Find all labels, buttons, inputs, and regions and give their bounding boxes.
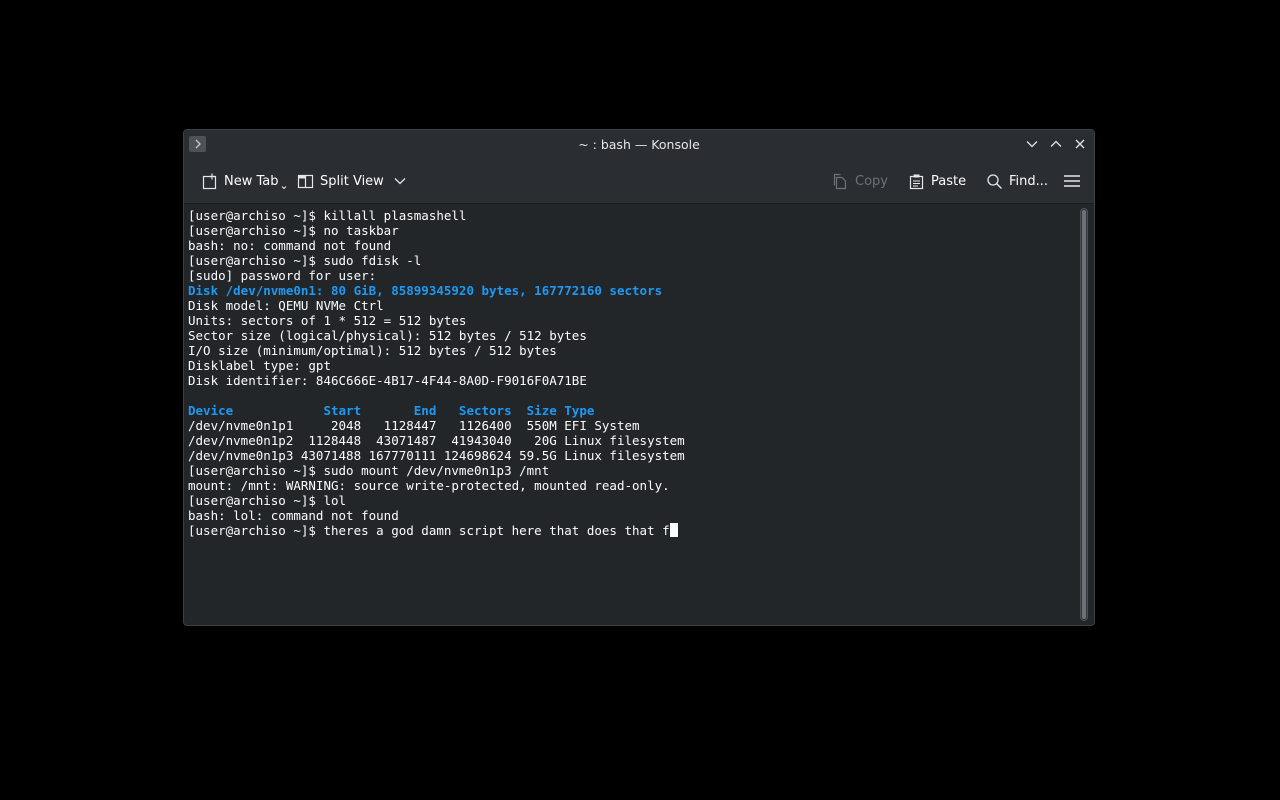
terminal-line: Sector size (logical/physical): 512 byte… [188,328,587,343]
terminal-line: Disk identifier: 846C666E-4B17-4F44-8A0D… [188,373,587,388]
titlebar[interactable]: ~ : bash — Konsole [184,130,1094,159]
terminal-line: Disk /dev/nvme0n1: 80 GiB, 85899345920 b… [188,283,663,298]
konsole-window: ~ : bash — Konsole New Tab Split View Co… [183,129,1095,626]
window-title: ~ : bash — Konsole [578,137,700,152]
split-view-button[interactable]: Split View [297,169,406,193]
scrollbar-track[interactable] [1080,208,1088,621]
terminal-line: [user@archiso ~]$ sudo mount /dev/nvme0n… [188,463,550,478]
close-button[interactable] [1070,134,1090,154]
terminal-input-text: [user@archiso ~]$ theres a god damn scri… [188,523,670,538]
terminal-output[interactable]: [user@archiso ~]$ killall plasmashell [us… [184,204,1074,625]
terminal-line: [user@archiso ~]$ sudo fdisk -l [188,253,422,268]
copy-icon [833,173,847,189]
terminal-line: I/O size (minimum/optimal): 512 bytes / … [188,343,557,358]
paste-label: Paste [931,173,967,189]
terminal-line: bash: no: command not found [188,238,392,253]
hamburger-menu-button[interactable] [1063,169,1081,193]
terminal-line: [sudo] password for user: [188,268,377,283]
minimize-button[interactable] [1022,134,1042,154]
terminal-line: Disk model: QEMU NVMe Ctrl [188,298,384,313]
text-cursor [669,523,678,537]
scrollbar-thumb[interactable] [1082,210,1086,619]
search-icon [987,173,1002,189]
toolbar: New Tab Split View Copy Paste Find... [184,159,1094,204]
chevron-down-icon [1026,141,1038,148]
scrollbar[interactable] [1074,204,1094,625]
new-tab-label: New Tab [224,173,279,189]
copy-label: Copy [855,173,888,189]
terminal-line: Units: sectors of 1 * 512 = 512 bytes [188,313,467,328]
terminal-line: /dev/nvme0n1p1 2048 1128447 1126400 550M… [188,418,640,433]
chevron-down-icon [394,178,406,185]
hamburger-menu-icon [1064,175,1080,187]
terminal-line: mount: /mnt: WARNING: source write-prote… [188,478,670,493]
copy-button[interactable]: Copy [832,169,888,193]
paste-icon [909,174,924,189]
chevron-up-icon [1050,140,1062,147]
window-controls [1022,134,1090,156]
paste-button[interactable]: Paste [908,169,966,193]
new-tab-button[interactable]: New Tab [201,169,287,193]
terminal-line: Disklabel type: gpt [188,358,331,373]
find-button[interactable]: Find... [986,169,1048,193]
chevron-down-icon [281,186,286,190]
terminal-line: Device Start End Sectors Size Type [188,403,595,418]
terminal-line: [user@archiso ~]$ no taskbar [188,223,399,238]
new-tab-icon [202,173,217,189]
terminal-line: bash: lol: command not found [188,508,399,523]
maximize-button[interactable] [1046,134,1066,154]
terminal-line: /dev/nvme0n1p3 43071488 167770111 124698… [188,448,685,463]
terminal-line: [user@archiso ~]$ killall plasmashell [188,208,467,223]
split-view-icon [297,174,314,188]
close-icon [1075,139,1085,149]
terminal-line: [user@archiso ~]$ lol [188,493,347,508]
terminal-current-line[interactable]: [user@archiso ~]$ theres a god damn scri… [188,523,1074,538]
terminal-line: /dev/nvme0n1p2 1128448 43071487 41943040… [188,433,685,448]
split-view-label: Split View [320,173,384,189]
find-label: Find... [1009,173,1049,189]
